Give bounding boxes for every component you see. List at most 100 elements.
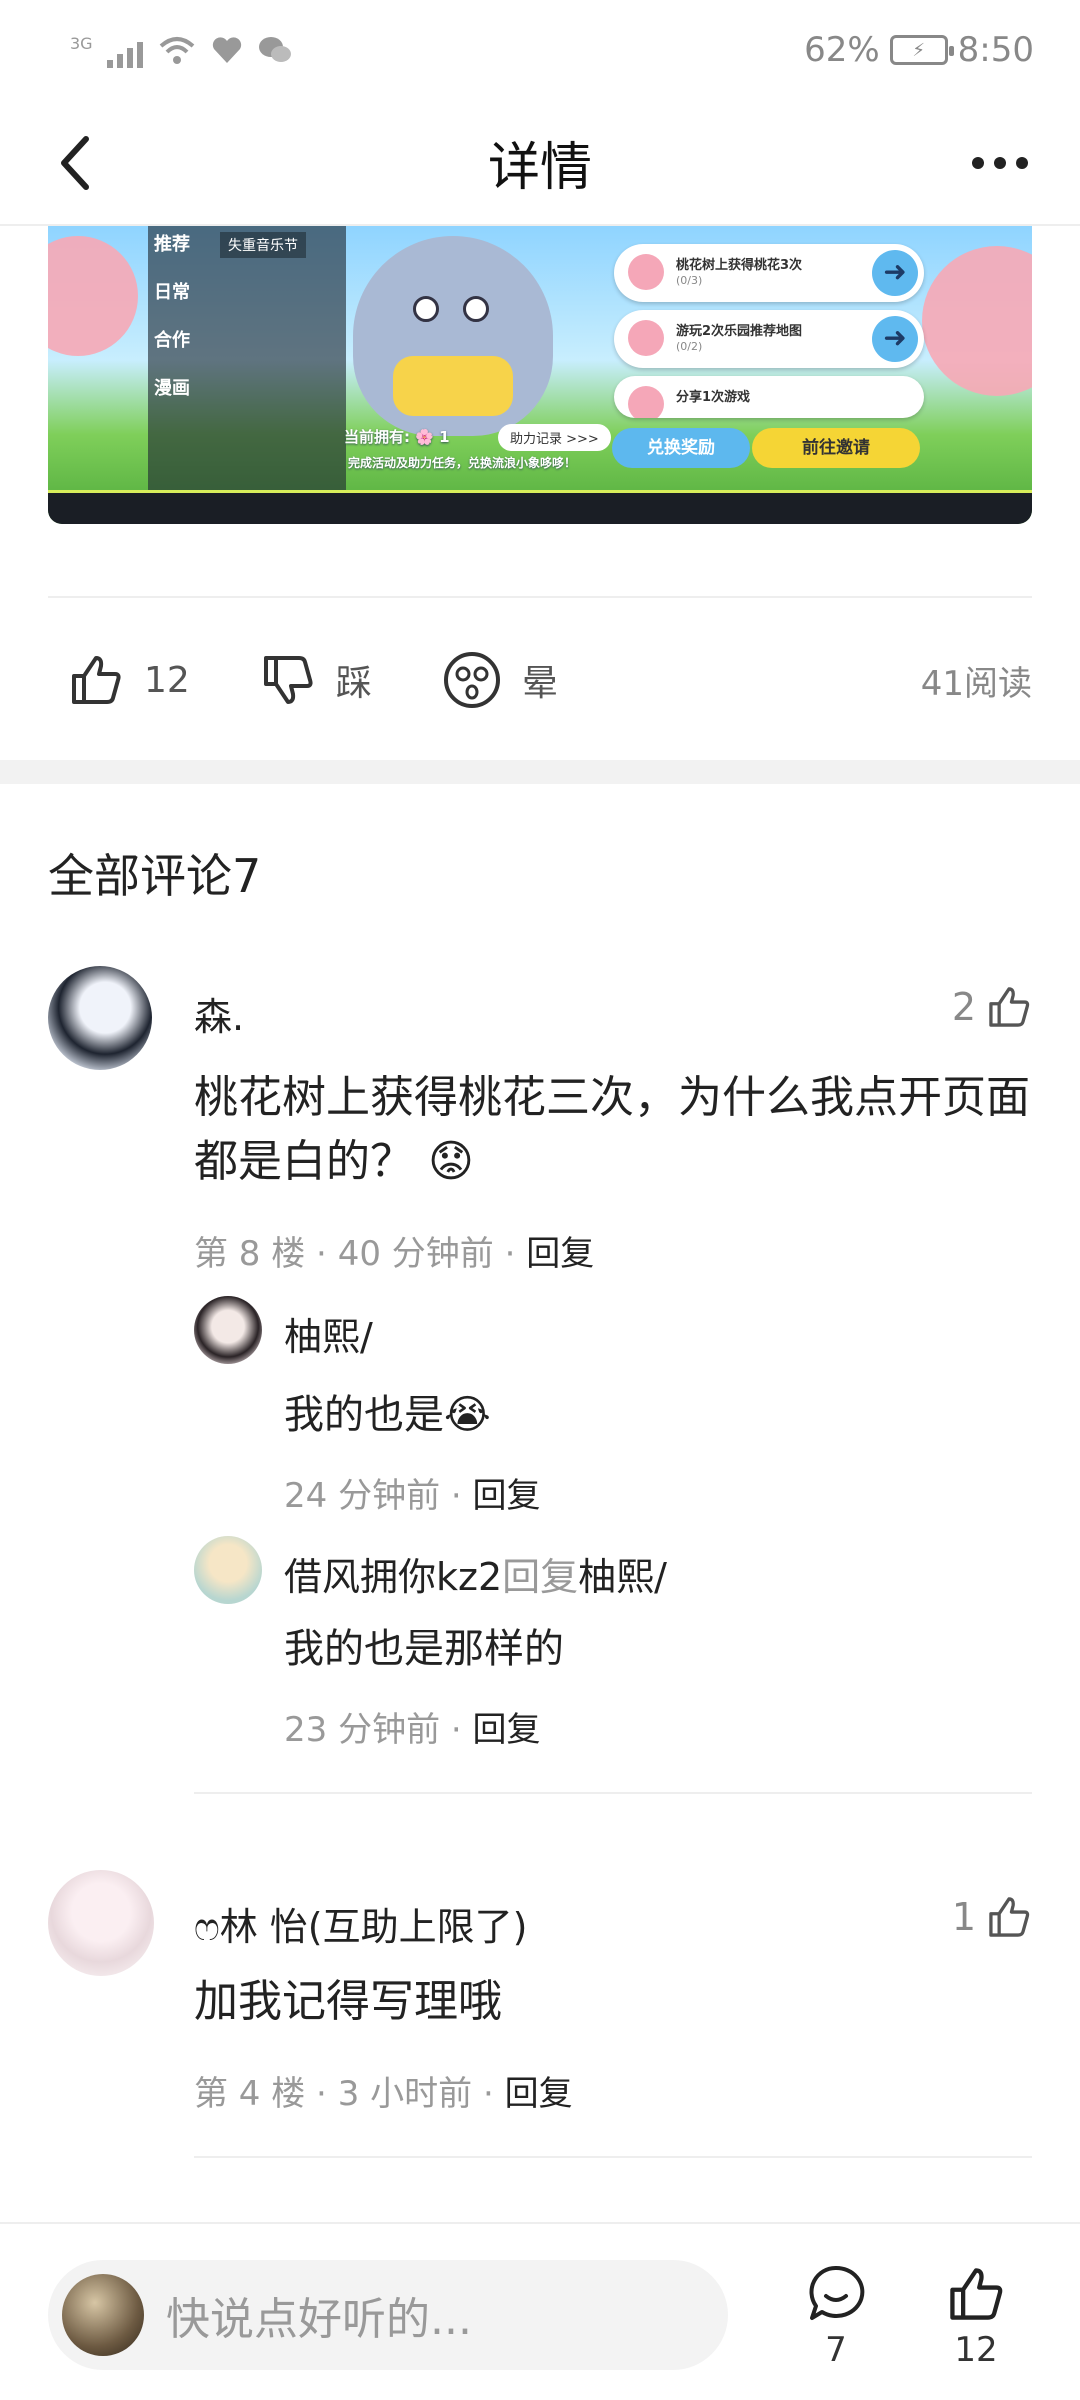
comment-meta: 第 4 楼 · 3 小时前 · 回复 [194, 2074, 573, 2114]
comments-title: 全部评论7 [48, 849, 262, 903]
peach-blossom-icon [628, 254, 664, 290]
reply-button[interactable]: 回复 [526, 1234, 594, 1274]
comment-count: 7 [825, 2330, 847, 2370]
comment-meta: 第 8 楼 · 40 分钟前 · 回复 [194, 1234, 595, 1274]
dislike-button[interactable]: 踩 [260, 652, 372, 708]
wifi-icon [159, 37, 194, 64]
elephant-character [353, 236, 553, 436]
comment-author[interactable]: 森. [194, 986, 244, 1041]
dizzy-face-icon [443, 652, 500, 708]
comment-bubble-icon [809, 2265, 865, 2320]
comment-like-count: 1 [951, 1895, 976, 1939]
task-title: 游玩2次乐园推荐地图 [676, 324, 803, 339]
like-count: 12 [144, 659, 190, 701]
divider [48, 596, 1032, 598]
battery-percent: 62% [804, 30, 880, 70]
reply-button[interactable]: 回复 [473, 1710, 541, 1750]
help-record-link: 助力记录 >>> [498, 424, 611, 451]
status-icons-left: 3G [70, 32, 293, 68]
task-title: 桃花树上获得桃花3次 [676, 258, 803, 273]
read-count: 41阅读 [920, 663, 1032, 704]
bottom-like-count: 12 [954, 2330, 998, 2370]
game-bottom-bar [48, 490, 1032, 524]
dizzy-button[interactable]: 晕 [442, 650, 558, 710]
avatar[interactable] [194, 1296, 262, 1364]
game-menu-item: 推荐 [154, 234, 190, 255]
arrow-right-icon: ➜ [872, 316, 918, 362]
comment-time: 40 分钟前 [337, 1234, 494, 1274]
comment-text: 加我记得写理哦 [194, 1976, 502, 2027]
task-card: 游玩2次乐园推荐地图 (0/2) ➜ [614, 310, 924, 368]
blossom-tree [48, 236, 138, 356]
game-menu-item: 日常 [154, 282, 190, 303]
peach-blossom-icon [628, 386, 664, 418]
festival-tag: 失重音乐节 [220, 232, 306, 258]
more-options-button[interactable] [960, 128, 1040, 198]
task-card: 桃花树上获得桃花3次 (0/3) ➜ [614, 244, 924, 302]
battery-icon: ⚡ [889, 35, 954, 65]
comment-time: 3 小时前 [337, 2074, 473, 2114]
exchange-reward-button: 兑换奖励 [612, 428, 750, 468]
reply-author-line: 借风拥你kz2回复柚熙/ [284, 1546, 667, 1601]
task-title: 分享1次游戏 [676, 390, 751, 405]
network-type: 3G [70, 34, 93, 53]
signal-icon [106, 32, 143, 68]
blossom-tree [922, 246, 1032, 396]
heart-icon [212, 37, 241, 63]
reply-meta: 24 分钟前 · 回复 [284, 1476, 541, 1516]
thumbs-up-icon [950, 2268, 1003, 2320]
bottom-bar: 快说点好听的... 7 12 [0, 2222, 1080, 2400]
app-header: 详情 [0, 100, 1080, 226]
back-button[interactable] [40, 128, 110, 198]
my-avatar [62, 2274, 144, 2356]
owned-count: 当前拥有: 🌸 1 [344, 428, 450, 446]
reply-author[interactable]: 柚熙/ [284, 1306, 373, 1361]
comment-floor: 第 8 楼 [194, 1234, 306, 1274]
comment-author[interactable]: ෆ林 怡(互助上限了) [194, 1896, 527, 1951]
reply-meta: 23 分钟前 · 回复 [284, 1710, 541, 1750]
reply-author[interactable]: 借风拥你kz2 [284, 1555, 502, 1599]
comment-input[interactable]: 快说点好听的... [48, 2260, 728, 2370]
comment-floor: 第 4 楼 [194, 2074, 306, 2114]
reply-button[interactable]: 回复 [505, 2074, 573, 2114]
dislike-label: 踩 [335, 663, 372, 704]
reply-time: 24 分钟前 [284, 1476, 441, 1516]
more-dot-icon [972, 157, 984, 169]
thumbs-up-icon [989, 1897, 1030, 1937]
comment-input-placeholder: 快说点好听的... [166, 2294, 472, 2345]
peach-blossom-icon [628, 320, 664, 356]
avatar[interactable] [48, 1870, 154, 1976]
arrow-right-icon: ➜ [872, 250, 918, 296]
avatar[interactable] [194, 1536, 262, 1604]
game-side-menu: 推荐 失重音乐节 日常 合作 漫画 [148, 226, 346, 524]
avatar[interactable] [48, 966, 152, 1070]
comment-like-button[interactable]: 2 [952, 984, 1032, 1030]
reply-text: 我的也是😭 [284, 1392, 491, 1438]
comment-like-count: 2 [951, 985, 976, 1029]
reaction-bar: 12 踩 晕 41阅读 [48, 630, 1032, 730]
task-card: 分享1次游戏 [614, 376, 924, 418]
reply-text: 我的也是那样的 [284, 1626, 564, 1672]
divider [194, 1792, 1032, 1794]
task-progress: (0/3) [676, 274, 703, 287]
reply-time: 23 分钟前 [284, 1710, 441, 1750]
chevron-left-icon [61, 136, 89, 190]
thumbs-down-icon [263, 656, 313, 704]
game-menu-item: 漫画 [154, 378, 190, 399]
status-bar: 3G 62% ⚡ 8:50 [0, 0, 1080, 100]
game-menu-item: 合作 [154, 330, 190, 351]
comment-text: 桃花树上获得桃花三次，为什么我点开页面都是白的？ 😟 [194, 1072, 1030, 1187]
dizzy-label: 晕 [521, 663, 558, 704]
clock: 8:50 [957, 30, 1034, 70]
wechat-icon [258, 37, 291, 62]
post-image[interactable]: 推荐 失重音乐节 日常 合作 漫画 桃花树上获得桃花3次 (0/3) ➜ 游玩2… [48, 226, 1032, 524]
page-title: 详情 [487, 137, 592, 198]
like-button[interactable]: 12 [68, 652, 190, 708]
reply-target[interactable]: 柚熙/ [578, 1555, 667, 1599]
section-gap [0, 760, 1080, 784]
comment-like-button[interactable]: 1 [952, 1894, 1032, 1940]
reply-word: 回复 [502, 1555, 579, 1599]
comments-button[interactable]: 7 [786, 2264, 886, 2370]
bottom-like-button[interactable]: 12 [926, 2264, 1026, 2370]
reply-button[interactable]: 回复 [473, 1476, 541, 1516]
